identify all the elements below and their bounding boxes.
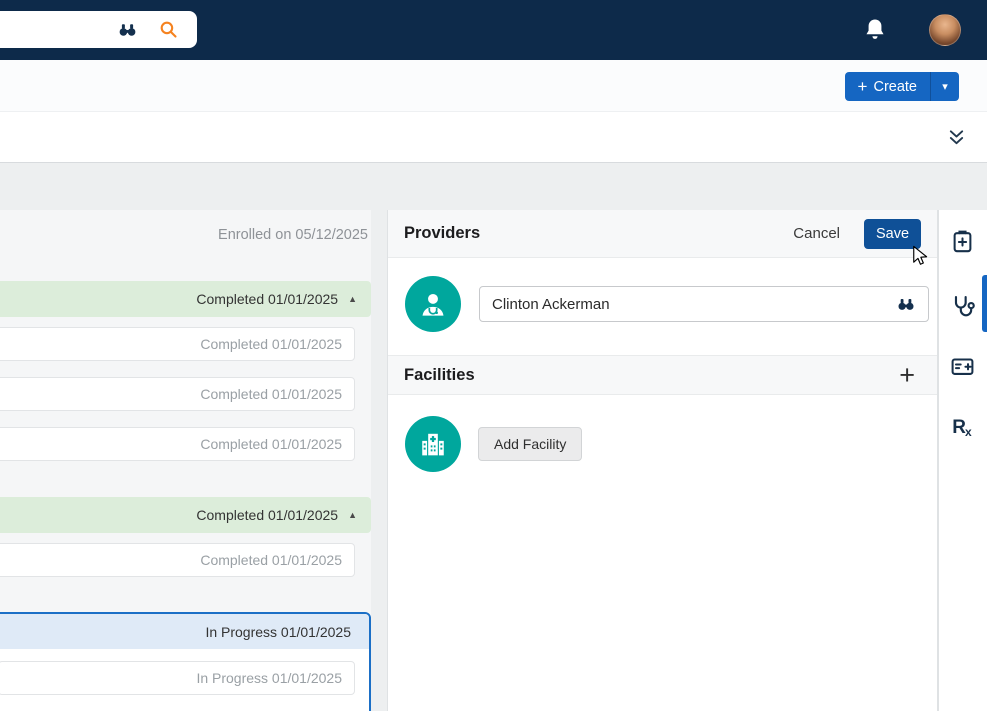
group-status-label: In Progress 01/01/2025 (205, 623, 351, 640)
app-window: + Create ▾ Enrolled on 05/12/2025 Comple… (0, 0, 987, 711)
group-status-label: Completed 01/01/2025 (196, 507, 339, 523)
task-status-label: In Progress 01/01/2025 (196, 670, 342, 686)
task-group-header-active[interactable]: In Progress 01/01/2025 (0, 614, 369, 649)
task-row[interactable]: Completed 01/01/2025 (0, 327, 355, 361)
insurance-card-icon[interactable] (949, 353, 976, 380)
plus-icon: + (857, 77, 868, 96)
providers-panel: Providers Cancel Save Clinton Ackerman F… (387, 210, 938, 711)
providers-title: Providers (404, 224, 481, 242)
search-input[interactable] (2, 11, 110, 48)
provider-avatar (405, 276, 461, 332)
task-status-label: Completed 01/01/2025 (200, 552, 342, 568)
task-row[interactable]: Completed 01/01/2025 (0, 377, 355, 411)
facilities-title: Facilities (404, 365, 475, 384)
enrolled-date-label: Enrolled on 05/12/2025 (218, 227, 368, 243)
caret-down-icon: ▾ (942, 81, 948, 93)
user-avatar[interactable] (929, 14, 961, 46)
task-status-label: Completed 01/01/2025 (200, 386, 342, 402)
create-split-button: + Create ▾ (844, 72, 959, 101)
create-button[interactable]: + Create (845, 72, 930, 101)
action-bar: + Create ▾ (0, 60, 987, 112)
prescription-rx-icon[interactable]: Rx (949, 414, 976, 441)
add-facility-plus-icon[interactable]: + (899, 361, 915, 389)
active-tab-indicator (982, 275, 987, 332)
collapse-icon: ▲ (348, 510, 357, 520)
provider-name-input[interactable] (479, 286, 929, 322)
collapse-icon: ▲ (348, 294, 357, 304)
medical-kit-icon[interactable] (949, 228, 976, 255)
task-status-label: Completed 01/01/2025 (200, 436, 342, 452)
task-row[interactable]: Completed 01/01/2025 (0, 427, 355, 461)
provider-name-field-wrap (479, 286, 929, 322)
doctor-icon (422, 293, 444, 316)
task-group-header[interactable]: Completed 01/01/2025 ▲ (0, 281, 371, 317)
providers-panel-header: Providers Cancel Save (388, 210, 937, 258)
facility-avatar (405, 416, 461, 472)
task-status-label: Completed 01/01/2025 (200, 336, 342, 352)
create-button-label: Create (873, 78, 917, 95)
save-button[interactable]: Save (864, 218, 921, 249)
collapse-all-button[interactable] (947, 128, 966, 147)
global-search (0, 11, 197, 48)
search-icon[interactable] (158, 19, 179, 40)
active-task-group: In Progress 01/01/2025 In Progress 01/01… (0, 612, 371, 711)
tool-strip (0, 112, 987, 163)
task-row[interactable]: Completed 01/01/2025 (0, 543, 355, 577)
task-row[interactable]: In Progress 01/01/2025 (0, 661, 355, 695)
top-navbar (0, 0, 987, 60)
facilities-section-header: Facilities + (388, 355, 937, 395)
panel-actions: Cancel Save (793, 218, 921, 249)
double-chevron-down-icon (949, 130, 964, 145)
binoculars-icon[interactable] (117, 19, 138, 40)
task-group-header[interactable]: Completed 01/01/2025 ▲ (0, 497, 371, 533)
add-facility-button[interactable]: Add Facility (478, 427, 583, 461)
provider-lookup-binoculars-icon[interactable] (896, 294, 916, 314)
notifications-bell-icon[interactable] (861, 16, 889, 44)
stethoscope-icon[interactable] (949, 293, 976, 320)
group-status-label: Completed 01/01/2025 (196, 291, 339, 307)
right-icon-rail: Rx (938, 210, 987, 711)
hospital-icon (422, 433, 444, 456)
create-dropdown-button[interactable]: ▾ (930, 72, 959, 101)
cancel-button[interactable]: Cancel (793, 225, 840, 242)
enrollment-panel: Enrolled on 05/12/2025 Completed 01/01/2… (0, 210, 371, 711)
